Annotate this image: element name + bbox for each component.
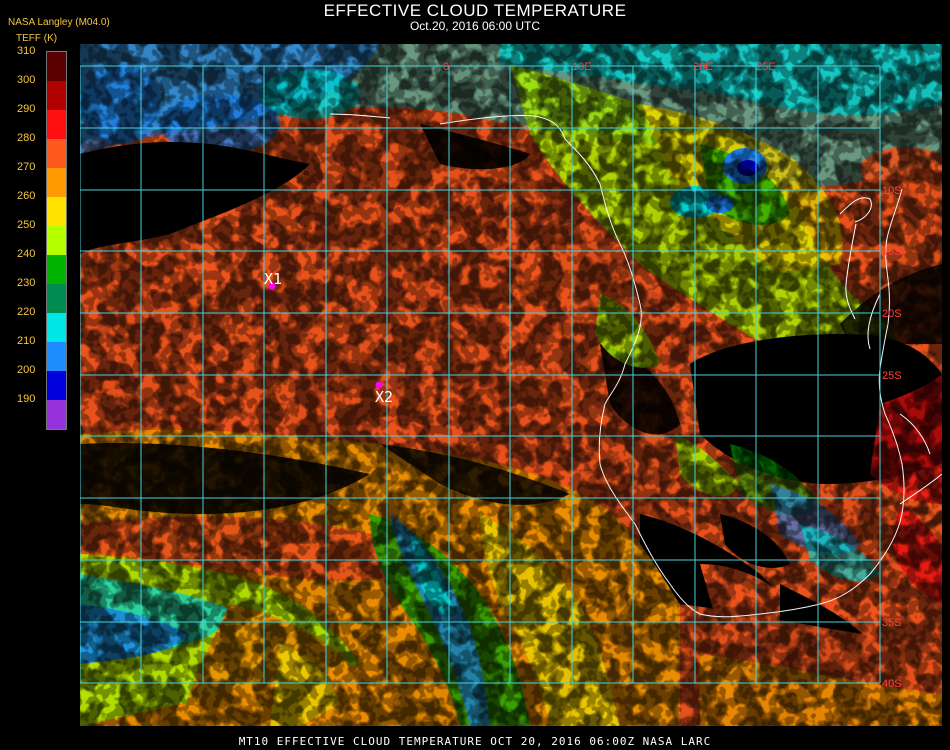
unit-label: TEFF (K) — [16, 33, 58, 44]
page-title: EFFECTIVE CLOUD TEMPERATURE — [323, 1, 627, 20]
latitude-label: 35S — [882, 617, 902, 629]
colorbar-tick-label: 220 — [17, 306, 36, 318]
colorbar-segment — [47, 52, 66, 81]
colorbar-segment — [47, 226, 66, 255]
colorbar-tick-label: 280 — [17, 132, 36, 144]
colorbar-segment — [47, 400, 66, 429]
cloud-field — [80, 44, 942, 726]
colorbar-segment — [47, 168, 66, 197]
latitude-label: 25S — [882, 370, 902, 382]
latitude-label: 20S — [882, 308, 902, 320]
longitude-label: 10E — [572, 61, 592, 73]
longitude-label: 20E — [693, 61, 713, 73]
colorbar-tick-label: 250 — [17, 219, 36, 231]
colorbar-segment — [47, 197, 66, 226]
colorbar-segment — [47, 284, 66, 313]
colorbar-tick-label: 190 — [17, 393, 36, 405]
colorbar-tick-label: 310 — [17, 45, 36, 57]
colorbar-segment — [47, 81, 66, 110]
colorbar-segment — [47, 371, 66, 400]
marker-label: X2 — [375, 388, 393, 406]
colorbar-segment — [47, 313, 66, 342]
longitude-label: 0 — [443, 61, 449, 73]
colorbar-tick-label: 210 — [17, 335, 36, 347]
colorbar-tick-label: 290 — [17, 103, 36, 115]
page-subtitle: Oct.20, 2016 06:00 UTC — [409, 19, 541, 33]
satellite-map[interactable]: 0 10E 20E 25E 10S 15S 20S 25S 35S 40S X1 X2 — [80, 44, 942, 726]
colorbar-tick-label: 240 — [17, 248, 36, 260]
latitude-label: 40S — [882, 678, 902, 690]
colorbar-tick-label: 230 — [17, 277, 36, 289]
colorbar-tick-label: 300 — [17, 74, 36, 86]
colorbar-segment — [47, 139, 66, 168]
latitude-label: 10S — [882, 185, 902, 197]
latitude-label: 15S — [882, 246, 902, 258]
colorbar-segment — [47, 255, 66, 284]
longitude-label: 25E — [756, 61, 776, 73]
marker-label: X1 — [264, 270, 282, 288]
colorbar-tick-label: 200 — [17, 364, 36, 376]
colorbar-tick-label: 270 — [17, 161, 36, 173]
footer-caption: MT10 EFFECTIVE CLOUD TEMPERATURE OCT 20,… — [238, 735, 712, 748]
colorbar-segment — [47, 110, 66, 139]
colorbar-tick-label: 260 — [17, 190, 36, 202]
org-label: NASA Langley (M04.0) — [8, 17, 110, 28]
colorbar — [46, 51, 67, 430]
colorbar-segment — [47, 342, 66, 371]
